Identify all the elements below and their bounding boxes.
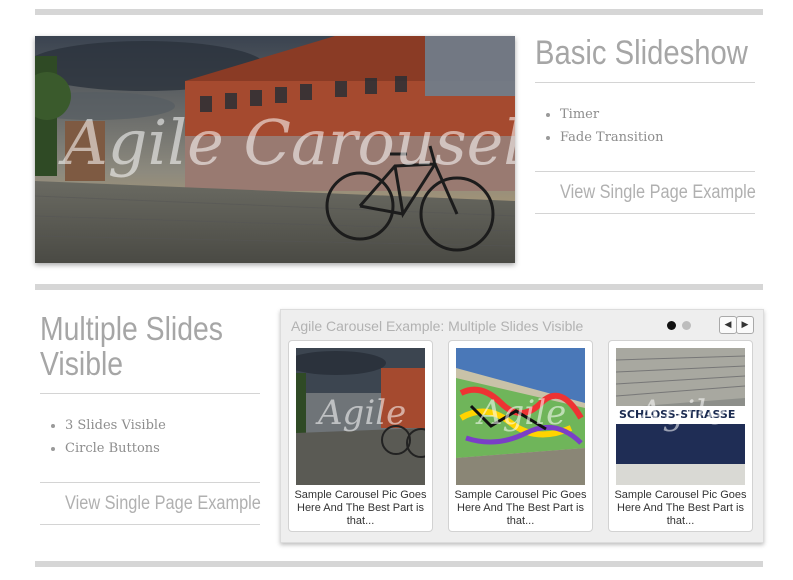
feature-item-3-slides: 3 Slides Visible <box>65 418 166 433</box>
feature-list: Timer Fade Transition <box>535 107 663 153</box>
title-divider <box>40 393 260 394</box>
carousel-slide[interactable]: Agile Sample Carousel Pic Goes Here And … <box>288 340 433 532</box>
slideshow-image[interactable]: Agile Carousel <box>35 36 515 263</box>
prev-arrow-icon[interactable]: ◀ <box>719 316 737 334</box>
top-divider <box>35 9 763 15</box>
feature-list: 3 Slides Visible Circle Buttons <box>40 418 166 464</box>
carousel-dot-2[interactable] <box>682 321 691 330</box>
title-line-1: Multiple Slides <box>40 310 223 347</box>
slide-caption: Sample Carousel Pic Goes Here And The Be… <box>294 489 427 527</box>
link-divider-bottom <box>40 524 260 525</box>
link-divider-top <box>40 482 260 483</box>
next-arrow-icon[interactable]: ▶ <box>736 316 754 334</box>
slide-caption: Sample Carousel Pic Goes Here And The Be… <box>454 489 587 527</box>
link-divider-bottom <box>535 213 755 214</box>
feature-item-circle-buttons: Circle Buttons <box>65 441 166 456</box>
multiple-slides-title: Multiple Slides Visible <box>40 310 223 382</box>
watermark-text: Agile <box>318 393 407 433</box>
watermark-text: Agile <box>478 393 567 433</box>
watermark-text: Agile <box>638 393 727 433</box>
slide-image: SCHLOSS-STRASSE Agile <box>616 348 745 485</box>
view-single-page-link-2[interactable]: View Single Page Example <box>65 493 261 515</box>
basic-slideshow-title: Basic Slideshow <box>535 34 748 72</box>
carousel-dot-1[interactable] <box>667 321 676 330</box>
middle-divider <box>35 284 763 290</box>
link-divider-top <box>535 171 755 172</box>
slide-image: Agile <box>456 348 585 485</box>
carousel-slide[interactable]: Agile Sample Carousel Pic Goes Here And … <box>448 340 593 532</box>
feature-item-fade: Fade Transition <box>560 130 663 145</box>
slide-image: Agile <box>296 348 425 485</box>
carousel-title: Agile Carousel Example: Multiple Slides … <box>291 318 584 334</box>
feature-item-timer: Timer <box>560 107 663 122</box>
slide-caption: Sample Carousel Pic Goes Here And The Be… <box>614 489 747 527</box>
carousel: Agile Carousel Example: Multiple Slides … <box>280 309 764 543</box>
title-divider <box>535 82 755 83</box>
title-line-2: Visible <box>40 344 124 382</box>
watermark-text: Agile Carousel <box>63 106 515 179</box>
bottom-divider <box>35 561 763 567</box>
carousel-slide[interactable]: SCHLOSS-STRASSE Agile Sample Carousel Pi… <box>608 340 753 532</box>
view-single-page-link[interactable]: View Single Page Example <box>560 182 756 204</box>
